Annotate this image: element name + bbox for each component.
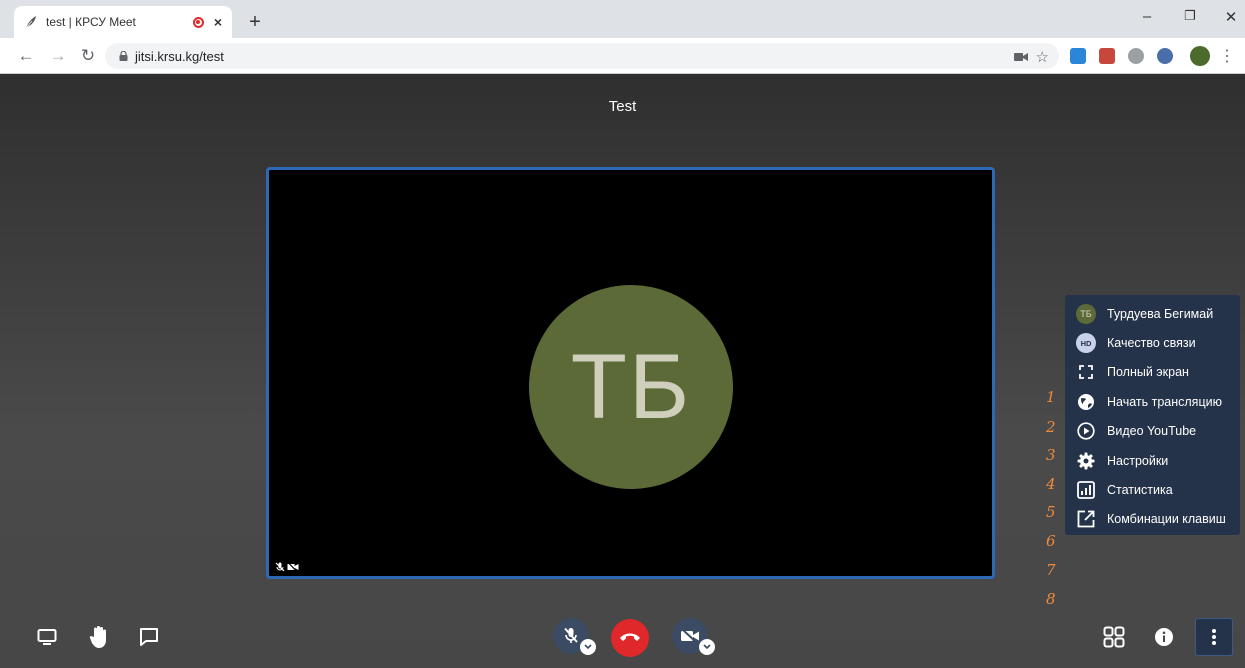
menu-item-start-live-stream[interactable]: Начать трансляцию	[1065, 387, 1240, 416]
annotation-number: 6	[1046, 532, 1056, 550]
menu-item-label: Турдуева Бегимай	[1107, 306, 1214, 321]
menu-item-label: Статистика	[1107, 483, 1173, 498]
menu-item-label: Начать трансляцию	[1107, 394, 1222, 409]
mic-options-chevron-icon[interactable]	[580, 639, 596, 655]
conference-title: Test	[608, 98, 637, 115]
annotation-number: 5	[1046, 503, 1056, 521]
menu-item-connection-quality[interactable]: HD Качество связи	[1065, 328, 1240, 357]
browser-tab[interactable]: test | КРСУ Meet ×	[14, 6, 232, 38]
raise-hand-button[interactable]	[82, 620, 116, 654]
menu-item-label: Настройки	[1107, 453, 1169, 468]
browser-tab-bar: test | КРСУ Meet × + – ❐ ✕	[0, 0, 1245, 38]
screen-share-icon	[37, 629, 57, 645]
lock-icon	[119, 51, 128, 61]
menu-item-profile[interactable]: ТБ Турдуева Бегимай	[1065, 299, 1240, 328]
extension-pdf-icon[interactable]	[1099, 48, 1115, 64]
hd-icon: HD	[1076, 333, 1096, 354]
address-bar[interactable]: jitsi.krsu.kg/test ☆	[105, 43, 1059, 69]
new-tab-button[interactable]: +	[244, 11, 266, 33]
profile-avatar[interactable]	[1190, 46, 1210, 66]
feather-favicon-icon	[25, 16, 36, 29]
menu-item-youtube-video[interactable]: Видео YouTube	[1065, 417, 1240, 446]
hangup-button[interactable]	[611, 619, 649, 657]
tab-title: test | КРСУ Meet	[46, 15, 136, 29]
annotation-number: 4	[1046, 475, 1056, 493]
camera-muted-icon	[287, 562, 299, 572]
raise-hand-icon	[89, 626, 106, 648]
url-text: jitsi.krsu.kg/test	[135, 48, 224, 64]
stats-icon	[1076, 480, 1096, 500]
gear-icon	[1076, 451, 1096, 471]
camera-muted-icon	[681, 628, 699, 644]
large-video[interactable]: ТБ	[266, 167, 995, 579]
mic-muted-icon	[275, 562, 285, 572]
fullscreen-icon	[1076, 362, 1096, 382]
recording-indicator-icon	[192, 16, 204, 28]
chat-icon	[140, 628, 158, 646]
more-vertical-icon	[1212, 629, 1216, 645]
camera-options-chevron-icon[interactable]	[699, 639, 715, 655]
more-actions-button[interactable]	[1195, 618, 1233, 656]
menu-item-label: Видео YouTube	[1107, 424, 1197, 439]
reload-icon[interactable]: ↻	[76, 44, 100, 68]
shortcut-icon	[1076, 509, 1096, 529]
extension-gear-icon[interactable]	[1157, 48, 1173, 64]
window-close-button[interactable]: ✕	[1216, 8, 1245, 26]
screen-share-button[interactable]	[30, 620, 64, 654]
annotation-number: 1	[1046, 388, 1056, 406]
annotation-number: 8	[1046, 590, 1056, 608]
browser-toolbar: ← → ↻ jitsi.krsu.kg/test ☆ ⋮	[0, 38, 1245, 74]
menu-item-statistics[interactable]: Статистика	[1065, 475, 1240, 504]
extension-shield-icon[interactable]	[1128, 48, 1144, 64]
restore-button[interactable]: ❐	[1175, 8, 1205, 24]
menu-item-settings[interactable]: Настройки	[1065, 446, 1240, 475]
phone-hangup-icon	[620, 633, 640, 641]
play-circle-icon	[1076, 421, 1096, 441]
forward-arrow-icon[interactable]: →	[46, 44, 70, 68]
globe-icon	[1076, 392, 1096, 412]
camera-button[interactable]	[672, 618, 715, 655]
bookmark-star-icon[interactable]: ☆	[1036, 48, 1049, 66]
menu-item-label: Комбинации клавиш	[1107, 512, 1226, 527]
annotation-number: 7	[1046, 561, 1056, 579]
extension-clock-icon[interactable]	[1070, 48, 1086, 64]
menu-item-fullscreen[interactable]: Полный экран	[1065, 358, 1240, 387]
avatar-icon: ТБ	[1076, 303, 1096, 324]
browser-menu-icon[interactable]: ⋮	[1215, 44, 1239, 68]
info-icon	[1155, 628, 1173, 646]
menu-item-label: Полный экран	[1107, 365, 1189, 380]
tab-close-button[interactable]: ×	[214, 14, 222, 30]
microphone-muted-icon	[564, 627, 578, 643]
minimize-button[interactable]: –	[1132, 8, 1162, 25]
tile-view-button[interactable]	[1097, 620, 1131, 654]
menu-item-keyboard-shortcuts[interactable]: Комбинации клавиш	[1065, 505, 1240, 534]
overflow-menu: ТБ Турдуева Бегимай HD Качество связи По…	[1065, 295, 1240, 535]
participant-avatar: ТБ	[529, 285, 733, 489]
tile-view-icon	[1103, 626, 1125, 648]
info-button[interactable]	[1147, 620, 1181, 654]
back-arrow-icon[interactable]: ←	[14, 44, 38, 68]
video-status-icons	[275, 562, 299, 572]
chat-button[interactable]	[132, 620, 166, 654]
microphone-button[interactable]	[553, 618, 596, 655]
annotation-number: 3	[1046, 446, 1056, 464]
menu-item-label: Качество связи	[1107, 336, 1196, 351]
camera-in-use-icon[interactable]	[1013, 52, 1028, 62]
annotation-number: 2	[1046, 418, 1056, 436]
